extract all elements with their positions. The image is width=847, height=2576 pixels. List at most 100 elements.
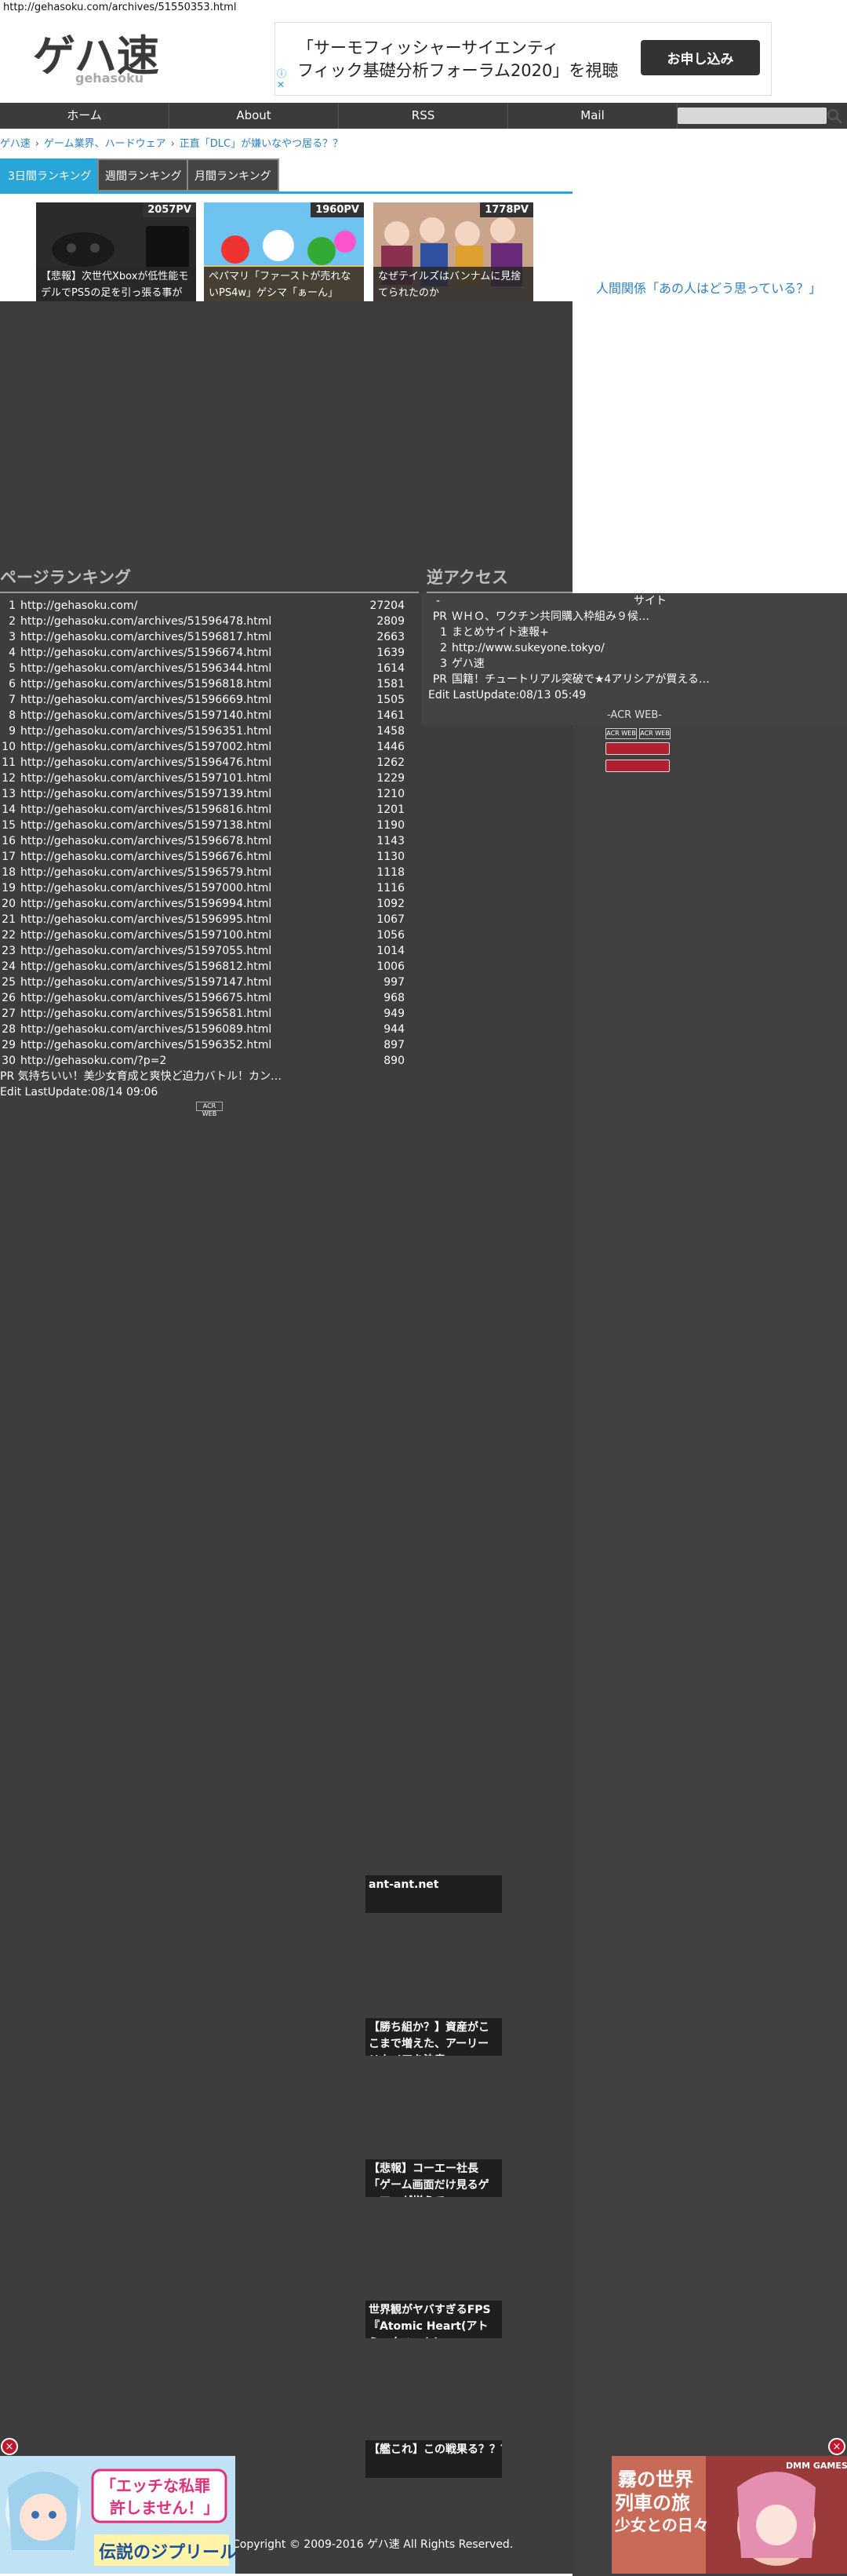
ranking-row[interactable]: 24 http://gehasoku.com/archives/51596812.… <box>0 959 416 975</box>
ranking-row[interactable]: 14 http://gehasoku.com/archives/51596816.… <box>0 802 416 818</box>
ranking-row[interactable]: 16 http://gehasoku.com/archives/51596678.… <box>0 833 416 849</box>
ranking-row[interactable]: 13 http://gehasoku.com/archives/51597139.… <box>0 786 416 802</box>
search-input[interactable] <box>678 107 827 124</box>
reverse-access-site[interactable]: まとめサイト速報+ <box>452 625 549 640</box>
rank-url-link[interactable]: http://gehasoku.com/archives/51597140.ht… <box>20 708 271 723</box>
rank-url-link[interactable]: http://gehasoku.com/archives/51596352.ht… <box>20 1037 271 1053</box>
rank-url-link[interactable]: http://gehasoku.com/archives/51596818.ht… <box>20 676 271 692</box>
rank-card[interactable]: 2057PV 【悲報】次世代Xboxが低性能モデルでPS5の足を引っ張る事が確 <box>36 202 196 303</box>
ranking-row[interactable]: 20 http://gehasoku.com/archives/51596994.… <box>0 896 416 912</box>
search-icon[interactable] <box>825 107 844 126</box>
ad-info-icons[interactable]: ⓘ ✕ <box>277 68 286 90</box>
rank-url-link[interactable]: http://gehasoku.com/archives/51597139.ht… <box>20 786 271 802</box>
rank-url-link[interactable]: http://gehasoku.com/archives/51597100.ht… <box>20 927 271 943</box>
sidebar-ad-link[interactable]: 人間関係「あの人はどう思っている？」 <box>596 278 821 297</box>
tab-weekly[interactable]: 週間ランキング <box>97 158 190 191</box>
rank-url-link[interactable]: http://gehasoku.com/archives/51596816.ht… <box>20 802 271 818</box>
ranking-row[interactable]: 22 http://gehasoku.com/archives/51597100.… <box>0 927 416 943</box>
site-logo[interactable]: ゲハ速 gehasoku <box>30 27 206 86</box>
tab-3day[interactable]: 3日間ランキング <box>0 158 100 191</box>
rank-url-link[interactable]: http://gehasoku.com/archives/51597101.ht… <box>20 771 271 786</box>
rank-url-link[interactable]: http://gehasoku.com/archives/51596581.ht… <box>20 1006 271 1022</box>
rank-url-link[interactable]: http://gehasoku.com/archives/51596476.ht… <box>20 755 271 771</box>
reverse-access-site[interactable]: ＷＨＯ、ワクチン共同購入枠組み９候… <box>452 609 649 625</box>
nav-about[interactable]: About <box>169 103 339 129</box>
ranking-row[interactable]: 4 http://gehasoku.com/archives/51596674.h… <box>0 645 416 661</box>
tab-monthly[interactable]: 月間ランキング <box>187 158 279 191</box>
reverse-access-row[interactable]: 1 まとめサイト速報+ <box>422 625 847 640</box>
reverse-access-row[interactable]: PR ＷＨＯ、ワクチン共同購入枠組み９候… <box>422 609 847 625</box>
rank-url-link[interactable]: http://gehasoku.com/archives/51596812.ht… <box>20 959 271 975</box>
acr-badge[interactable] <box>605 742 670 755</box>
ranking-row[interactable]: 1 http://gehasoku.com/27204 <box>0 598 416 614</box>
rank-url-link[interactable]: http://gehasoku.com/archives/51596579.ht… <box>20 865 271 880</box>
link-card[interactable]: 【悲報】コーエー社長「ゲーム画面だけ見るゲーマーが増えて <box>365 2159 502 2197</box>
ranking-row[interactable]: 25 http://gehasoku.com/archives/51597147.… <box>0 975 416 990</box>
rank-url-link[interactable]: http://gehasoku.com/archives/51596089.ht… <box>20 1022 271 1037</box>
ranking-row[interactable]: 30 http://gehasoku.com/?p=2 890 <box>0 1053 416 1069</box>
rank-card[interactable]: 1960PV ペパマリ「ファーストが売れないPS4w」ゲシマ「ぁーん」 <box>204 202 364 303</box>
apply-button[interactable]: お申し込み <box>641 40 760 75</box>
rank-card[interactable]: 1778PV なぜテイルズはバンナムに見捨てられたのか <box>373 202 533 303</box>
ranking-row[interactable]: 18 http://gehasoku.com/archives/51596579.… <box>0 865 416 880</box>
rank-card-caption[interactable]: 【悲報】次世代Xboxが低性能モデルでPS5の足を引っ張る事が確 <box>36 267 196 303</box>
rank-url-link[interactable]: http://gehasoku.com/archives/51597147.ht… <box>20 975 271 990</box>
ad-banner[interactable]: 「サーモフィッシャーサイエンティ フィック基礎分析フォーラム2020」を視聴 お… <box>274 22 772 96</box>
nav-rss[interactable]: RSS <box>339 103 508 129</box>
link-card[interactable]: 【勝ち組か？】資産がここまで増えた、アーリーリタイアを決意 <box>365 2018 502 2056</box>
link-card[interactable]: ant-ant.net <box>365 1875 502 1913</box>
ranking-row[interactable]: 19 http://gehasoku.com/archives/51597000.… <box>0 880 416 896</box>
ranking-row[interactable]: 9 http://gehasoku.com/archives/51596351.h… <box>0 723 416 739</box>
acr-web-button[interactable]: ACR WEB <box>196 1102 223 1117</box>
rank-card-caption[interactable]: ペパマリ「ファーストが売れないPS4w」ゲシマ「ぁーん」 <box>204 267 364 303</box>
floating-ad-right[interactable]: DMM GAMES 霧の世界 列車の旅 少女との日々 <box>612 2456 847 2574</box>
ranking-row[interactable]: 8 http://gehasoku.com/archives/51597140.h… <box>0 708 416 723</box>
rank-url-link[interactable]: http://gehasoku.com/archives/51597055.ht… <box>20 943 271 959</box>
rank-card-caption[interactable]: なぜテイルズはバンナムに見捨てられたのか <box>373 267 533 303</box>
rank-url-link[interactable]: http://gehasoku.com/archives/51596994.ht… <box>20 896 271 912</box>
floating-ad-left[interactable]: 「エッチな私罪 許しません！」 伝説のジプリール <box>0 2456 235 2574</box>
link-card[interactable]: 世界観がヤバすぎるFPS『Atomic Heart(アトミックハート)』 <box>365 2301 502 2338</box>
breadcrumb-home[interactable]: ゲハ速 <box>0 138 31 150</box>
acr-web-button[interactable]: ACR WEB <box>605 728 637 739</box>
info-icon[interactable]: ⓘ <box>277 68 286 79</box>
reverse-access-site[interactable]: ゲハ速 <box>452 656 485 672</box>
ranking-row[interactable]: 29 http://gehasoku.com/archives/51596352.… <box>0 1037 416 1053</box>
reverse-access-row[interactable]: PR 国籍！チュートリアル突破で★4アリシアが買える… <box>422 672 847 687</box>
rank-url-link[interactable]: http://gehasoku.com/archives/51596351.ht… <box>20 723 271 739</box>
rank-url-link[interactable]: http://gehasoku.com/ <box>20 598 137 614</box>
ranking-row[interactable]: 26 http://gehasoku.com/archives/51596675.… <box>0 990 416 1006</box>
ranking-row[interactable]: 7 http://gehasoku.com/archives/51596669.h… <box>0 692 416 708</box>
rank-url-link[interactable]: http://gehasoku.com/archives/51596678.ht… <box>20 833 271 849</box>
acr-badge[interactable] <box>605 760 670 772</box>
rank-url-link[interactable]: http://gehasoku.com/archives/51597000.ht… <box>20 880 271 896</box>
close-icon[interactable]: × <box>1 2438 18 2455</box>
rank-url-link[interactable]: http://gehasoku.com/archives/51596995.ht… <box>20 912 271 927</box>
ranking-row[interactable]: 17 http://gehasoku.com/archives/51596676.… <box>0 849 416 865</box>
ranking-pr-link[interactable]: PR 気持ちいい！美少女育成と爽快ど迫力バトル！カン… <box>0 1069 416 1084</box>
ranking-row[interactable]: 23 http://gehasoku.com/archives/51597055.… <box>0 943 416 959</box>
breadcrumb-current[interactable]: 正直「DLC」が嫌いなやつ居る？？ <box>180 138 343 150</box>
nav-home[interactable]: ホーム <box>0 103 169 129</box>
ranking-row[interactable]: 12 http://gehasoku.com/archives/51597101.… <box>0 771 416 786</box>
ranking-row[interactable]: 21 http://gehasoku.com/archives/51596995.… <box>0 912 416 927</box>
close-icon[interactable]: ✕ <box>277 79 286 90</box>
ranking-row[interactable]: 2 http://gehasoku.com/archives/51596478.h… <box>0 614 416 629</box>
ranking-row[interactable]: 28 http://gehasoku.com/archives/51596089.… <box>0 1022 416 1037</box>
reverse-access-site[interactable]: http://www.sukeyone.tokyo/ <box>452 640 605 656</box>
reverse-access-row[interactable]: 3 ゲハ速 <box>422 656 847 672</box>
link-card[interactable]: 【艦これ】この戦果る？？？ <box>365 2440 502 2478</box>
ranking-row[interactable]: 27 http://gehasoku.com/archives/51596581.… <box>0 1006 416 1022</box>
rank-url-link[interactable]: http://gehasoku.com/archives/51596478.ht… <box>20 614 271 629</box>
rank-url-link[interactable]: http://gehasoku.com/archives/51596676.ht… <box>20 849 271 865</box>
rank-url-link[interactable]: http://gehasoku.com/?p=2 <box>20 1053 166 1069</box>
nav-mail[interactable]: Mail <box>508 103 678 129</box>
ranking-row[interactable]: 5 http://gehasoku.com/archives/51596344.h… <box>0 661 416 676</box>
rank-url-link[interactable]: http://gehasoku.com/archives/51596344.ht… <box>20 661 271 676</box>
ranking-row[interactable]: 15 http://gehasoku.com/archives/51597138.… <box>0 818 416 833</box>
rank-url-link[interactable]: http://gehasoku.com/archives/51596817.ht… <box>20 629 271 645</box>
ranking-row[interactable]: 11 http://gehasoku.com/archives/51596476.… <box>0 755 416 771</box>
rank-url-link[interactable]: http://gehasoku.com/archives/51597002.ht… <box>20 739 271 755</box>
reverse-access-site[interactable]: 国籍！チュートリアル突破で★4アリシアが買える… <box>452 672 710 687</box>
rank-url-link[interactable]: http://gehasoku.com/archives/51596674.ht… <box>20 645 271 661</box>
